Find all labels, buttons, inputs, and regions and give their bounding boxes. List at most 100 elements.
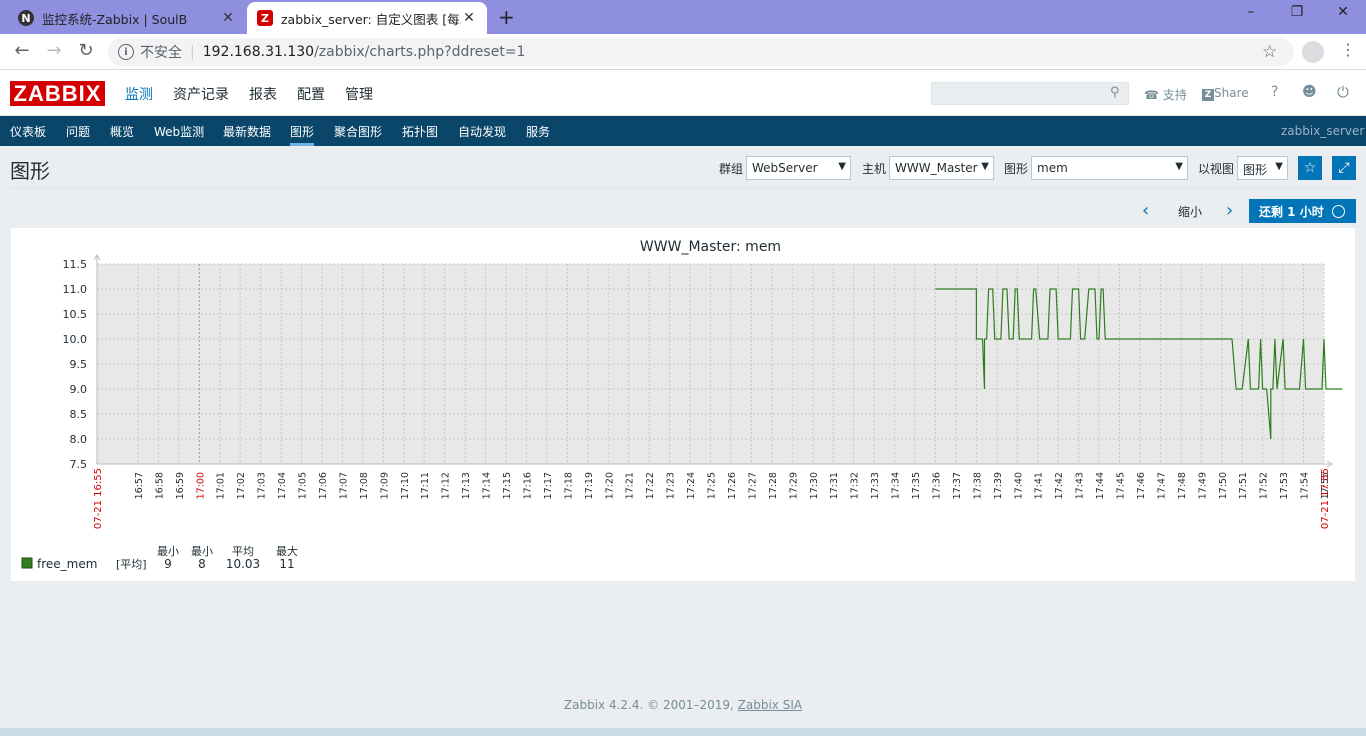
chevron-down-icon: ▼ (1175, 161, 1183, 172)
menu-reports[interactable]: 报表 (249, 84, 277, 104)
chart-title: WWW_Master: mem (640, 239, 781, 255)
time-range-label: 还剩 1 小时 (1259, 204, 1324, 219)
view-value: 图形 (1243, 163, 1268, 177)
y-tick-label: 9.5 (70, 358, 88, 371)
submenu-screens[interactable]: 聚合图形 (334, 123, 382, 140)
n-favicon-icon: N (18, 10, 34, 26)
x-tick-label: 17:49 (1197, 472, 1208, 499)
user-profile-icon[interactable]: ☻ (1302, 84, 1317, 100)
search-input[interactable] (931, 82, 1129, 105)
back-arrow-icon[interactable]: ← (10, 40, 34, 61)
x-tick-label: 17:04 (277, 472, 288, 499)
close-icon[interactable]: ✕ (220, 10, 236, 26)
x-tick-label: 17:20 (604, 472, 615, 499)
x-tick-label: 17:09 (379, 472, 390, 499)
close-window-button[interactable]: ✕ (1320, 4, 1366, 20)
x-tick-label: 17:16 (522, 472, 533, 499)
url-host: 192.168.31.130 (202, 44, 315, 60)
menu-monitoring[interactable]: 监测 (125, 84, 153, 104)
info-icon[interactable]: i (118, 44, 134, 60)
reload-icon[interactable]: ↻ (74, 40, 98, 61)
bookmark-star-icon[interactable]: ☆ (1262, 42, 1277, 62)
legend-value: 10.03 (226, 557, 260, 571)
x-tick-label: 17:33 (870, 472, 881, 499)
zabbix-logo[interactable]: ZABBIX (10, 81, 105, 106)
y-tick-label: 11.0 (63, 283, 88, 296)
host-select[interactable]: WWW_Master ▼ (889, 156, 994, 180)
footer-text: Zabbix 4.2.4. © 2001–2019, (563, 698, 738, 712)
time-next-icon[interactable]: › (1226, 200, 1233, 221)
x-tick-label: 17:11 (420, 472, 431, 499)
x-tick-label: 17:10 (400, 472, 411, 499)
menu-configuration[interactable]: 配置 (297, 84, 325, 104)
x-tick-label: 17:35 (911, 472, 922, 499)
footer-link[interactable]: Zabbix SIA (738, 698, 802, 712)
close-icon[interactable]: ✕ (461, 10, 477, 26)
x-tick-label: 17:15 (502, 472, 513, 499)
x-tick-label: 17:47 (1156, 472, 1167, 499)
submenu-bar (0, 116, 1366, 146)
browser-tab-zabbix[interactable]: Z zabbix_server: 自定义图表 [每30 ✕ (247, 2, 487, 34)
submenu-graphs[interactable]: 图形 (290, 123, 315, 146)
help-icon[interactable]: ? (1271, 84, 1278, 100)
time-range-button[interactable]: 还剩 1 小时 (1249, 199, 1356, 223)
x-end-label: 07-21 17:55 (1320, 468, 1331, 529)
x-tick-label: 17:24 (686, 472, 697, 499)
submenu-discovery[interactable]: 自动发现 (458, 123, 506, 140)
group-select[interactable]: WebServer ▼ (746, 156, 851, 180)
divider: | (190, 44, 195, 60)
x-tick-label: 17:03 (257, 472, 268, 499)
favorite-star-icon[interactable]: ☆ (1298, 156, 1322, 180)
y-tick-label: 8.0 (70, 433, 88, 446)
graph-select[interactable]: mem ▼ (1031, 156, 1188, 180)
x-tick-label: 17:26 (727, 472, 738, 499)
submenu-latest-data[interactable]: 最新数据 (223, 123, 271, 140)
legend-value: 11 (279, 557, 294, 571)
minimize-button[interactable]: – (1228, 4, 1274, 20)
submenu-maps[interactable]: 拓扑图 (402, 123, 438, 140)
time-prev-icon[interactable]: ‹ (1142, 200, 1149, 221)
y-tick-label: 8.5 (70, 408, 88, 421)
page-title: 图形 (10, 159, 50, 183)
x-tick-label: 17:17 (543, 472, 554, 499)
fullscreen-icon[interactable]: ⤢ (1332, 156, 1356, 180)
submenu-overview[interactable]: 概览 (110, 123, 134, 140)
x-tick-label: 17:48 (1177, 472, 1188, 499)
url-path: /zabbix/charts.php?ddreset=1 (314, 44, 526, 60)
y-tick-label: 9.0 (70, 383, 88, 396)
x-tick-label: 17:41 (1034, 472, 1045, 499)
x-tick-label: 17:29 (788, 472, 799, 499)
submenu-services[interactable]: 服务 (526, 123, 550, 140)
share-label: Share (1214, 86, 1249, 100)
group-value: WebServer (752, 161, 818, 175)
divider (10, 188, 1356, 189)
menu-kebab-icon[interactable]: ⋮ (1340, 40, 1356, 59)
new-tab-button[interactable]: + (498, 5, 515, 29)
x-tick-label: 17:25 (707, 472, 718, 499)
address-bar[interactable]: i 不安全 | 192.168.31.130/zabbix/charts.php… (108, 38, 1294, 66)
support-link[interactable]: ☎ 支持 (1144, 86, 1187, 103)
browser-tab-monitor[interactable]: N 监控系统-Zabbix | SoulB ✕ (8, 2, 246, 34)
maximize-button[interactable]: ❐ (1274, 4, 1320, 20)
host-value: WWW_Master (895, 161, 978, 175)
logout-icon[interactable]: ⏻ (1337, 83, 1349, 101)
view-select[interactable]: 图形 ▼ (1237, 156, 1288, 180)
y-tick-label: 10.5 (63, 308, 88, 321)
x-start-label: 07-21 16:55 (93, 468, 104, 529)
search-icon[interactable]: ⚲ (1110, 85, 1120, 100)
share-link[interactable]: Z Share (1202, 86, 1249, 101)
x-tick-label: 17:14 (482, 472, 493, 499)
menu-inventory[interactable]: 资产记录 (173, 84, 229, 104)
forward-arrow-icon[interactable]: → (42, 40, 66, 61)
x-tick-label: 17:54 (1300, 472, 1311, 499)
submenu-problems[interactable]: 问题 (66, 123, 90, 140)
submenu-dashboard[interactable]: 仪表板 (10, 123, 46, 140)
menu-administration[interactable]: 管理 (345, 84, 373, 104)
zoom-out-button[interactable]: 缩小 (1178, 203, 1202, 220)
submenu-web[interactable]: Web监测 (154, 123, 204, 140)
profile-avatar[interactable] (1302, 41, 1324, 63)
zabbix-favicon-icon: Z (257, 10, 273, 26)
legend-value: 9 (164, 557, 172, 571)
x-tick-label: 17:13 (461, 472, 472, 499)
y-tick-label: 10.0 (63, 333, 88, 346)
